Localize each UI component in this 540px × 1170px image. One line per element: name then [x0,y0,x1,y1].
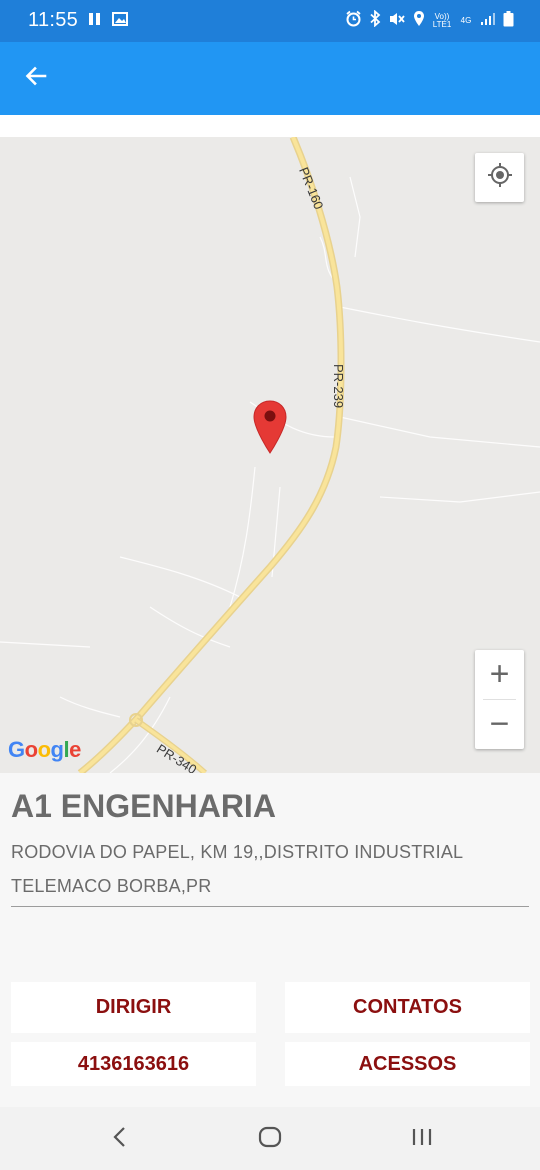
battery-icon [503,10,514,32]
acessos-button[interactable]: ACESSOS [285,1042,530,1086]
location-icon [413,10,425,32]
google-logo-letter: o [37,737,51,762]
pause-icon [88,12,102,31]
google-logo-letter: o [24,737,38,762]
image-icon [112,12,128,31]
status-bar: 11:55 Vo)) LTE1 4G [0,0,540,42]
mute-icon [388,11,406,32]
google-logo: Google [8,737,81,763]
chevron-left-icon [112,1126,128,1153]
address-line-1: RODOVIA DO PAPEL, KM 19,,DISTRITO INDUST… [11,842,464,862]
home-icon [258,1126,282,1153]
signal-icon [480,12,496,31]
google-logo-letter: g [50,737,64,762]
location-pin-icon[interactable] [252,400,288,454]
place-title: A1 ENGENHARIA [11,788,276,824]
contatos-button[interactable]: CONTATOS [285,982,530,1033]
map-view[interactable]: PR-160 PR-239 PR-340 + − Google [0,137,540,773]
network-type-indicator: 4G [460,16,472,25]
volte-indicator: Vo)) LTE1 [432,12,452,29]
bluetooth-icon [369,9,381,32]
zoom-out-button[interactable]: − [475,700,524,749]
app-bar [0,42,540,115]
my-location-button[interactable] [475,153,524,202]
back-button[interactable] [14,56,58,100]
crosshair-icon [486,161,514,194]
road-label-pr239: PR-239 [331,364,346,409]
google-logo-letter: G [8,737,25,762]
alarm-icon [345,10,362,32]
map-roads [0,137,540,773]
status-left-icons [88,12,128,31]
phone-button[interactable]: 4136163616 [11,1042,256,1086]
arrow-left-icon [24,64,48,93]
google-logo-letter: e [69,737,81,762]
nav-recents-button[interactable] [400,1119,444,1159]
zoom-control: + − [475,650,524,749]
dirigir-button[interactable]: DIRIGIR [11,982,256,1033]
status-time: 11:55 [28,9,79,31]
address-line-2: TELEMACO BORBA,PR [11,876,212,896]
system-nav-bar [0,1107,540,1170]
map-top-spacer [0,115,540,137]
zoom-in-button[interactable]: + [475,650,524,699]
nav-home-button[interactable] [248,1119,292,1159]
divider [11,906,529,907]
recents-icon [411,1127,433,1152]
status-right-icons: Vo)) LTE1 4G [345,9,514,32]
nav-back-button[interactable] [98,1119,142,1159]
